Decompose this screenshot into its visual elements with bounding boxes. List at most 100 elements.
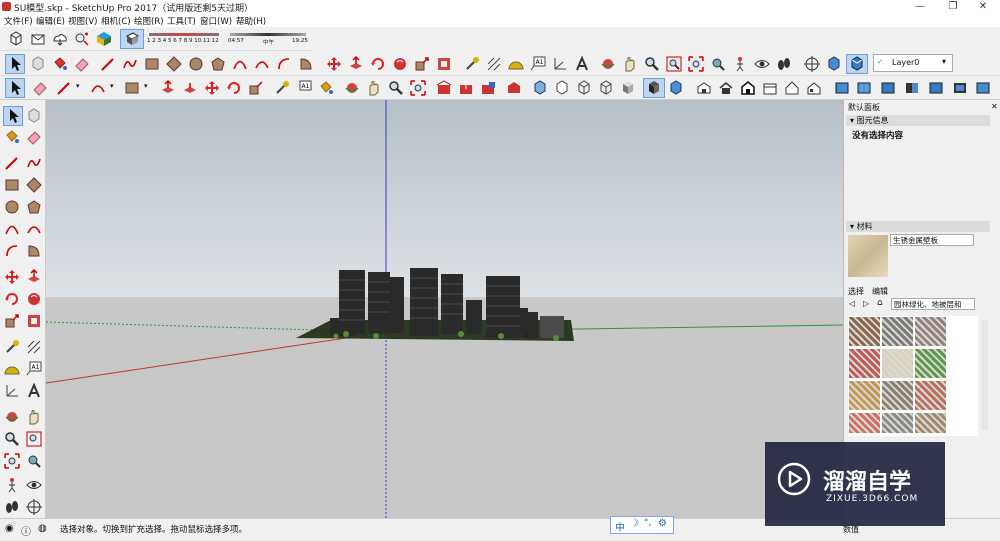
swatch-2[interactable] [915,317,946,346]
rotated-rectangle-icon[interactable] [166,56,182,72]
style-1-icon[interactable] [834,80,850,96]
arc-icon[interactable] [90,80,106,96]
shadow-month-slider[interactable]: 1 2 3 4 5 6 7 8 9 10 11 12 [147,30,222,48]
component-icon[interactable] [30,56,46,72]
position-camera-icon[interactable] [4,477,20,493]
style-6-icon[interactable] [952,80,968,96]
offset-icon[interactable] [182,80,198,96]
punctuation-icon[interactable]: °, [644,518,651,528]
polygon-icon[interactable] [26,199,42,215]
three-point-arc-icon[interactable] [4,243,20,259]
move-icon[interactable] [204,80,220,96]
eraser-icon[interactable] [26,129,42,145]
circle-icon[interactable] [4,199,20,215]
swatch-6[interactable] [849,381,880,410]
rectangle-icon[interactable] [4,177,20,193]
iso-view-icon[interactable] [696,80,712,96]
pan-icon[interactable] [26,409,42,425]
model-viewport[interactable] [46,100,843,518]
menu-tools[interactable]: 工具(T) [167,15,196,27]
section-plane-icon[interactable] [26,499,42,515]
3d-text-icon[interactable] [26,383,42,399]
top-view-icon[interactable] [718,80,734,96]
back-view-icon[interactable] [784,80,800,96]
section-plane-icon[interactable] [804,56,820,72]
right-view-icon[interactable] [762,80,778,96]
menu-window[interactable]: 窗口(W) [200,15,232,27]
menu-file[interactable]: 文件(F) [4,15,33,27]
swatch-9[interactable] [849,413,880,433]
pan-icon[interactable] [366,80,382,96]
walk-icon[interactable] [776,56,792,72]
wireframe-icon[interactable] [576,80,592,96]
tape-measure-icon[interactable] [4,339,20,355]
display-section-cuts-button[interactable] [846,54,868,74]
swatch-4[interactable] [882,349,913,378]
offset-icon[interactable] [26,313,42,329]
swatch-11[interactable] [915,413,946,433]
rotate-icon[interactable] [226,80,242,96]
line-tool-icon[interactable] [100,56,116,72]
move-icon[interactable] [326,56,342,72]
swatch-3[interactable] [849,349,880,378]
swatch-0[interactable] [849,317,880,346]
geolocation-icon[interactable]: ◉ [5,523,14,534]
dimension-icon[interactable] [26,339,42,355]
display-section-planes-icon[interactable] [826,56,842,72]
swatch-7[interactable] [882,381,913,410]
zoom-extents-icon[interactable] [688,56,704,72]
two-point-arc-icon[interactable] [26,221,42,237]
style-4-icon[interactable] [904,80,920,96]
line-tool-icon[interactable] [4,155,20,171]
text-tool-icon[interactable]: A1 [26,361,42,377]
swatch-scrollbar[interactable] [981,320,988,430]
select-tool-button-2[interactable] [5,78,25,98]
tray-close-icon[interactable]: ✕ [991,102,998,111]
orbit-icon[interactable] [344,80,360,96]
scale-icon[interactable] [414,56,430,72]
text-tool-icon[interactable]: A1 [296,80,312,96]
push-pull-icon[interactable] [160,80,176,96]
menu-camera[interactable]: 相机(C) [101,15,131,27]
material-library-select[interactable]: 园林绿化、地被层和 [891,298,975,310]
menu-view[interactable]: 视图(V) [68,15,97,27]
protractor-icon[interactable] [508,56,524,72]
menu-edit[interactable]: 编辑(E) [36,15,65,27]
shaded-icon[interactable] [620,80,636,96]
material-name-field[interactable]: 生锈金属壁板 [890,234,974,246]
axes-icon[interactable] [552,56,568,72]
previous-view-icon[interactable] [26,453,42,469]
swatch-1[interactable] [882,317,913,346]
tab-select[interactable]: 选择 [848,286,864,297]
hidden-line-icon[interactable] [598,80,614,96]
monochrome-icon[interactable] [668,80,684,96]
protractor-icon[interactable] [4,361,20,377]
orbit-icon[interactable] [600,56,616,72]
zoom-window-icon[interactable] [666,56,682,72]
ime-toolbar[interactable]: 中 ☽ °, ⚙ [610,516,674,534]
push-pull-icon[interactable] [26,269,42,285]
rectangle-icon[interactable] [124,80,140,96]
style-3-icon[interactable] [880,80,896,96]
mail-icon[interactable] [30,31,46,47]
look-around-icon[interactable] [26,477,42,493]
tape-measure-icon[interactable] [274,80,290,96]
menu-draw[interactable]: 绘图(R) [134,15,164,27]
arc-icon[interactable] [4,221,20,237]
orbit-icon[interactable] [4,409,20,425]
swatch-8[interactable] [915,381,946,410]
freehand-icon[interactable] [26,155,42,171]
previous-view-icon[interactable] [710,56,726,72]
select-tool-button-3[interactable] [3,106,23,126]
dimension-icon[interactable] [486,56,502,72]
front-view-icon[interactable] [740,80,756,96]
paint-bucket-icon[interactable] [318,80,334,96]
extension-manager-icon[interactable] [96,31,112,47]
line-tool-icon[interactable] [56,80,72,96]
3d-text-icon[interactable] [574,56,590,72]
forward-arrow-icon[interactable]: ▷ [863,299,869,308]
close-button[interactable]: ✕ [968,0,998,14]
shadow-time-slider[interactable]: 04:57 中午 19:25 [228,30,308,48]
select-tool-button[interactable] [5,54,25,74]
paint-bucket-icon[interactable] [4,129,20,145]
